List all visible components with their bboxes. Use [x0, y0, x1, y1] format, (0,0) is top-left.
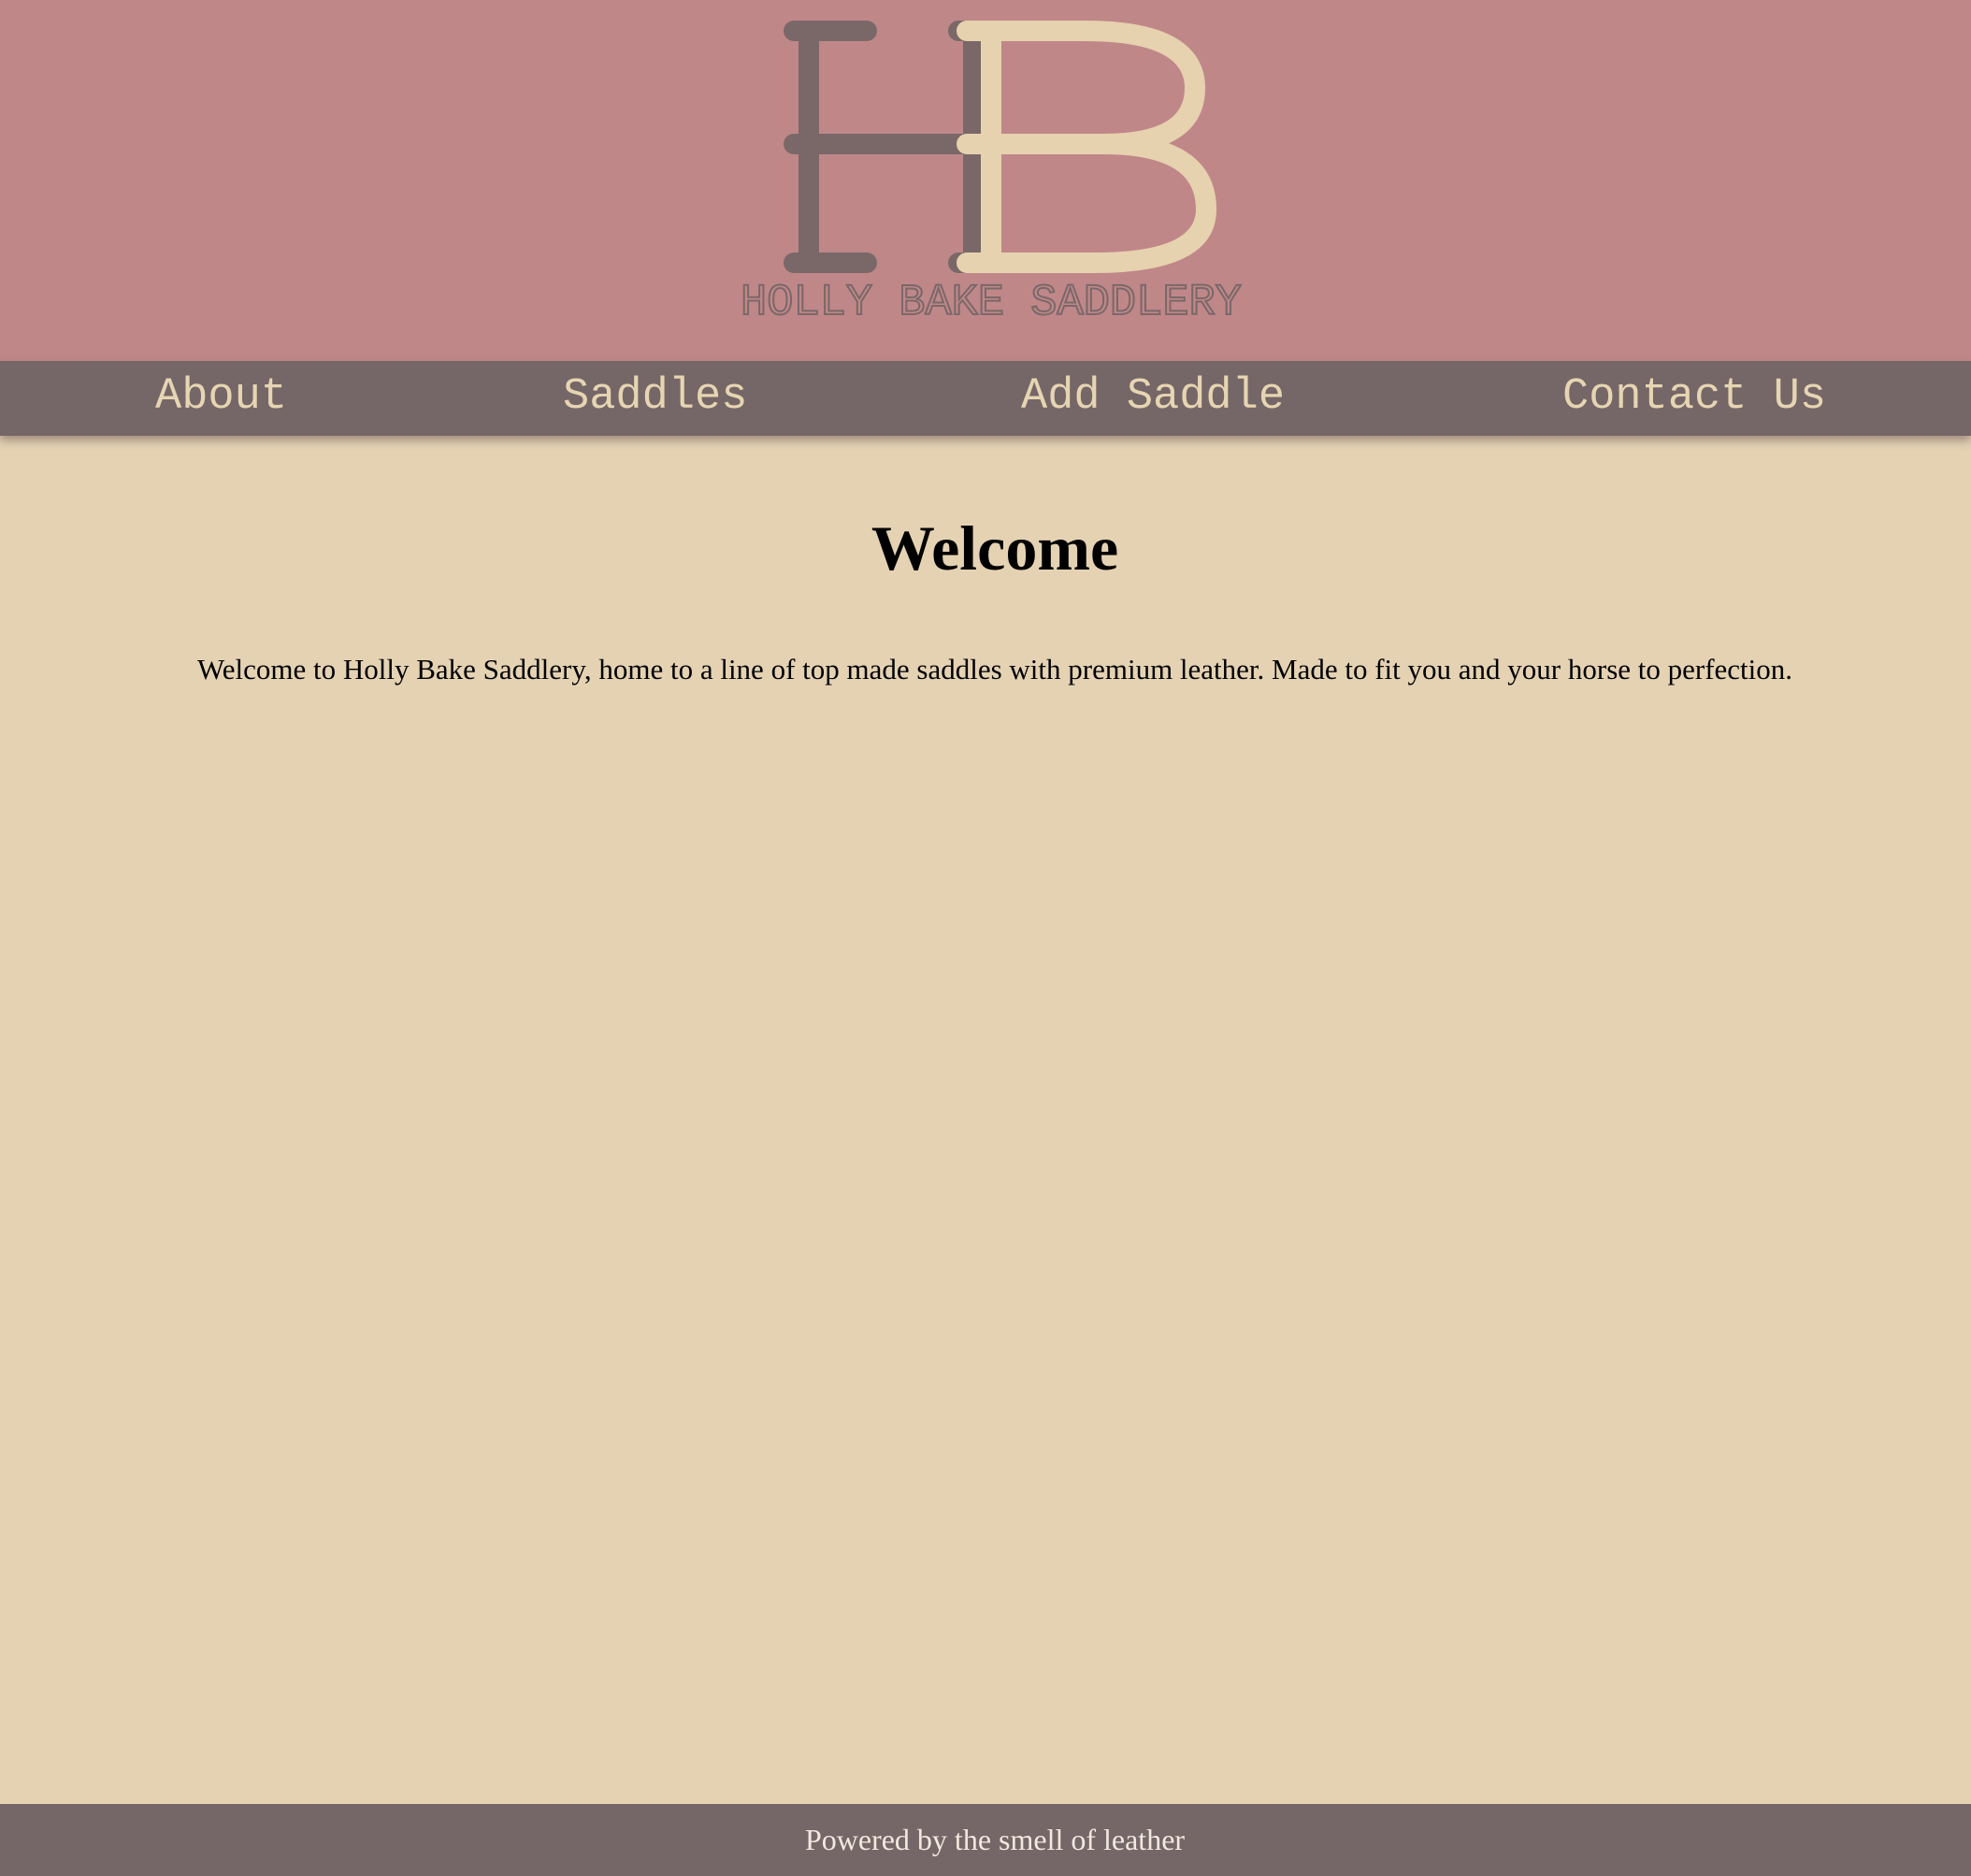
nav-link-saddles[interactable]: Saddles: [563, 361, 747, 436]
main-nav: About Saddles Add Saddle Contact Us: [0, 361, 1971, 436]
logo-wordmark: HOLLY BAKE SADDLERY: [741, 279, 1242, 322]
nav-link-add-saddle[interactable]: Add Saddle: [1021, 361, 1285, 436]
nav-link-contact-us[interactable]: Contact Us: [1562, 361, 1826, 436]
footer-text: Powered by the smell of leather: [804, 1823, 1186, 1856]
welcome-paragraph: Welcome to Holly Bake Saddlery, home to …: [196, 653, 1793, 685]
site-header: HOLLY BAKE SADDLERY: [0, 0, 1971, 361]
nav-link-about[interactable]: About: [155, 361, 287, 436]
holly-bake-saddlery-logo[interactable]: HOLLY BAKE SADDLERY: [692, 13, 1290, 322]
hb-monogram-logo-icon: HOLLY BAKE SADDLERY: [740, 21, 1243, 322]
page-title: Welcome: [870, 512, 1119, 584]
site-footer: Powered by the smell of leather: [0, 1804, 1971, 1876]
